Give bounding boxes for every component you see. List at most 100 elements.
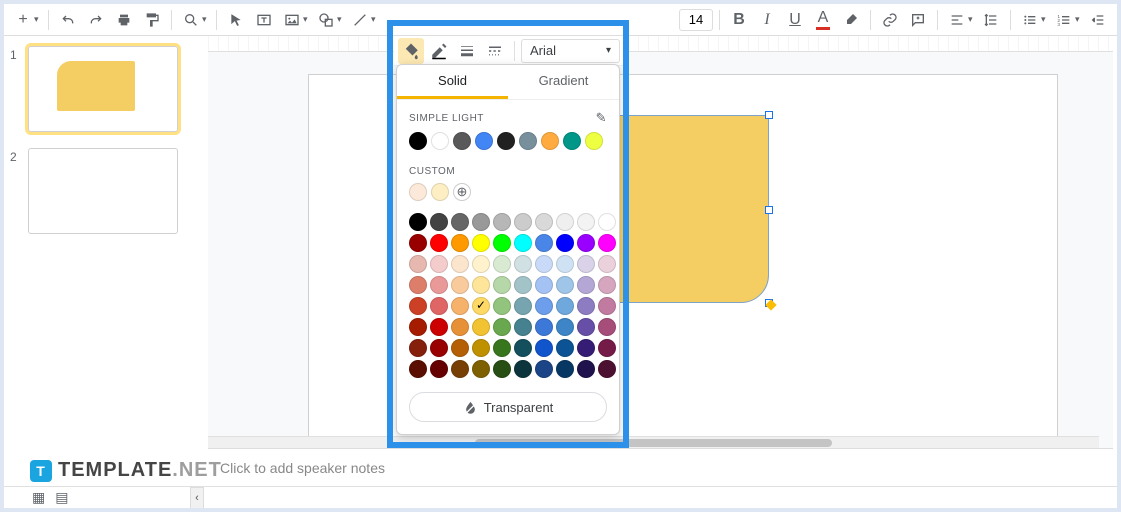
color-swatch[interactable] [409, 213, 427, 231]
color-swatch[interactable] [430, 360, 448, 378]
color-swatch[interactable] [598, 297, 616, 315]
color-swatch[interactable] [493, 339, 511, 357]
filmstrip-view-icon[interactable]: ▤ [55, 489, 68, 506]
align-dropdown[interactable]: ▾ [968, 14, 976, 25]
line-spacing-button[interactable] [978, 7, 1004, 33]
color-swatch[interactable] [514, 360, 532, 378]
color-swatch[interactable] [535, 360, 553, 378]
zoom-dropdown[interactable]: ▾ [202, 14, 210, 25]
transparent-button[interactable]: Transparent [409, 392, 607, 422]
new-slide-dropdown[interactable]: ▾ [34, 14, 42, 25]
color-swatch[interactable] [493, 297, 511, 315]
collapse-panel-button[interactable]: ‹ [190, 487, 204, 509]
underline-button[interactable]: U [782, 7, 808, 33]
color-swatch[interactable] [535, 318, 553, 336]
color-swatch[interactable] [577, 213, 595, 231]
font-family-select[interactable]: Arial ▾ [521, 39, 620, 63]
numbered-dropdown[interactable]: ▾ [1075, 14, 1083, 25]
color-swatch[interactable] [556, 255, 574, 273]
color-swatch[interactable] [409, 255, 427, 273]
paint-format-button[interactable] [139, 7, 165, 33]
add-custom-color-button[interactable]: ⊕ [453, 183, 471, 201]
color-swatch[interactable] [472, 360, 490, 378]
color-swatch[interactable] [556, 297, 574, 315]
indent-decrease-button[interactable] [1085, 7, 1111, 33]
color-swatch[interactable] [535, 339, 553, 357]
image-dropdown[interactable]: ▾ [303, 14, 311, 25]
font-size-input[interactable] [679, 9, 713, 31]
color-swatch[interactable] [409, 234, 427, 252]
color-swatch[interactable] [514, 255, 532, 273]
color-swatch[interactable] [598, 360, 616, 378]
resize-handle-ne[interactable] [765, 111, 773, 119]
resize-handle-e[interactable] [765, 206, 773, 214]
color-swatch[interactable] [514, 276, 532, 294]
color-swatch[interactable] [556, 318, 574, 336]
border-weight-button[interactable] [454, 38, 480, 64]
color-swatch[interactable] [409, 297, 427, 315]
grid-view-icon[interactable]: ▦ [32, 489, 45, 506]
slide-thumbnail-row[interactable]: 1 [10, 46, 202, 132]
color-swatch[interactable] [409, 339, 427, 357]
color-swatch[interactable] [451, 255, 469, 273]
color-swatch[interactable] [577, 297, 595, 315]
color-swatch[interactable] [514, 234, 532, 252]
color-swatch[interactable] [430, 339, 448, 357]
color-swatch[interactable] [430, 234, 448, 252]
color-swatch[interactable] [535, 213, 553, 231]
theme-color-swatch[interactable] [431, 132, 449, 150]
color-swatch[interactable] [430, 276, 448, 294]
shape-dropdown[interactable]: ▾ [337, 14, 345, 25]
color-swatch[interactable] [598, 318, 616, 336]
line-dropdown[interactable]: ▾ [371, 14, 379, 25]
tab-solid[interactable]: Solid [397, 65, 508, 99]
color-swatch[interactable] [472, 318, 490, 336]
speaker-notes[interactable]: Click to add speaker notes [208, 448, 1113, 486]
color-swatch[interactable] [472, 234, 490, 252]
print-button[interactable] [111, 7, 137, 33]
color-swatch[interactable] [493, 255, 511, 273]
color-swatch[interactable] [451, 360, 469, 378]
color-swatch[interactable] [430, 318, 448, 336]
color-swatch[interactable] [556, 360, 574, 378]
color-swatch[interactable] [472, 276, 490, 294]
border-color-button[interactable] [426, 38, 452, 64]
textbox-tool[interactable] [251, 7, 277, 33]
undo-button[interactable] [55, 7, 81, 33]
color-swatch[interactable] [409, 360, 427, 378]
text-color-button[interactable]: A [810, 7, 836, 33]
color-swatch[interactable] [577, 318, 595, 336]
custom-color-swatch[interactable] [431, 183, 449, 201]
color-swatch[interactable] [472, 339, 490, 357]
color-swatch[interactable] [493, 318, 511, 336]
new-slide-button[interactable]: + [10, 7, 36, 33]
color-swatch[interactable] [535, 276, 553, 294]
tab-gradient[interactable]: Gradient [508, 65, 619, 99]
theme-color-swatch[interactable] [563, 132, 581, 150]
color-swatch[interactable] [493, 360, 511, 378]
color-swatch[interactable] [493, 213, 511, 231]
scrollbar-thumb[interactable] [475, 439, 831, 447]
color-swatch[interactable] [577, 339, 595, 357]
color-swatch[interactable] [577, 360, 595, 378]
comment-button[interactable] [905, 7, 931, 33]
color-swatch[interactable] [430, 213, 448, 231]
zoom-button[interactable] [178, 7, 204, 33]
image-tool[interactable] [279, 7, 305, 33]
color-swatch[interactable] [514, 297, 532, 315]
slide-thumbnail-row[interactable]: 2 [10, 148, 202, 234]
color-swatch[interactable] [598, 276, 616, 294]
theme-color-swatch[interactable] [497, 132, 515, 150]
color-swatch[interactable] [598, 339, 616, 357]
theme-color-swatch[interactable] [409, 132, 427, 150]
theme-color-swatch[interactable] [453, 132, 471, 150]
shape-tool[interactable] [313, 7, 339, 33]
color-swatch[interactable] [577, 234, 595, 252]
theme-color-swatch[interactable] [541, 132, 559, 150]
color-swatch[interactable] [514, 318, 532, 336]
select-tool[interactable] [223, 7, 249, 33]
slide-panel[interactable]: 12 [4, 36, 208, 472]
link-button[interactable] [877, 7, 903, 33]
color-swatch[interactable] [535, 297, 553, 315]
bold-button[interactable]: B [726, 7, 752, 33]
